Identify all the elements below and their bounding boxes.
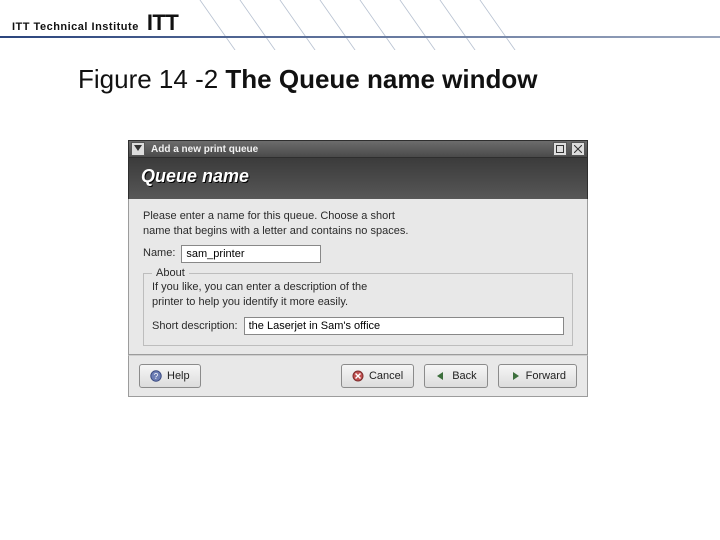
decorative-slashes [210, 0, 550, 50]
cancel-button[interactable]: Cancel [341, 364, 414, 388]
brand: ITT Technical Institute ITT [12, 10, 178, 36]
dialog-window: Add a new print queue Queue name Please … [128, 140, 588, 440]
desc-label: Short description: [152, 319, 238, 334]
cancel-icon [352, 370, 364, 382]
maximize-icon[interactable] [553, 142, 567, 156]
instruction-line-2: name that begins with a letter and conta… [143, 224, 573, 239]
help-icon: ? [150, 370, 162, 382]
cancel-button-label: Cancel [369, 370, 403, 382]
desc-input[interactable] [244, 317, 564, 335]
window-title: Add a new print queue [149, 144, 549, 155]
dialog-body: Please enter a name for this queue. Choo… [128, 199, 588, 355]
dialog-header-title: Queue name [141, 166, 575, 187]
instruction-line-1: Please enter a name for this queue. Choo… [143, 209, 573, 224]
window-menu-icon[interactable] [131, 142, 145, 156]
brand-bar: ITT Technical Institute ITT [0, 0, 720, 46]
back-button[interactable]: Back [424, 364, 487, 388]
close-icon[interactable] [571, 142, 585, 156]
back-button-label: Back [452, 370, 476, 382]
name-label: Name: [143, 246, 175, 261]
forward-button[interactable]: Forward [498, 364, 577, 388]
figure-caption: Figure 14 -2 The Queue name window [78, 64, 537, 95]
forward-icon [509, 370, 521, 382]
dialog-footer: ? Help Cancel Back Forward [128, 355, 588, 397]
caption-bold: The Queue name window [225, 64, 537, 94]
brand-small-text: ITT Technical Institute [12, 21, 139, 33]
titlebar: Add a new print queue [128, 140, 588, 158]
help-button-label: Help [167, 370, 190, 382]
name-input[interactable] [181, 245, 321, 263]
svg-text:?: ? [154, 372, 159, 381]
about-line-2: printer to help you identify it more eas… [152, 295, 564, 310]
name-row: Name: [143, 245, 573, 263]
forward-button-label: Forward [526, 370, 566, 382]
brand-big-text: ITT [147, 10, 179, 36]
about-group: About If you like, you can enter a descr… [143, 273, 573, 347]
caption-prefix: Figure 14 -2 [78, 64, 225, 94]
header-rule [0, 36, 720, 38]
dialog-header: Queue name [128, 158, 588, 199]
about-line-1: If you like, you can enter a description… [152, 280, 564, 295]
help-button[interactable]: ? Help [139, 364, 201, 388]
back-icon [435, 370, 447, 382]
about-legend: About [152, 266, 189, 281]
desc-row: Short description: [152, 317, 564, 335]
